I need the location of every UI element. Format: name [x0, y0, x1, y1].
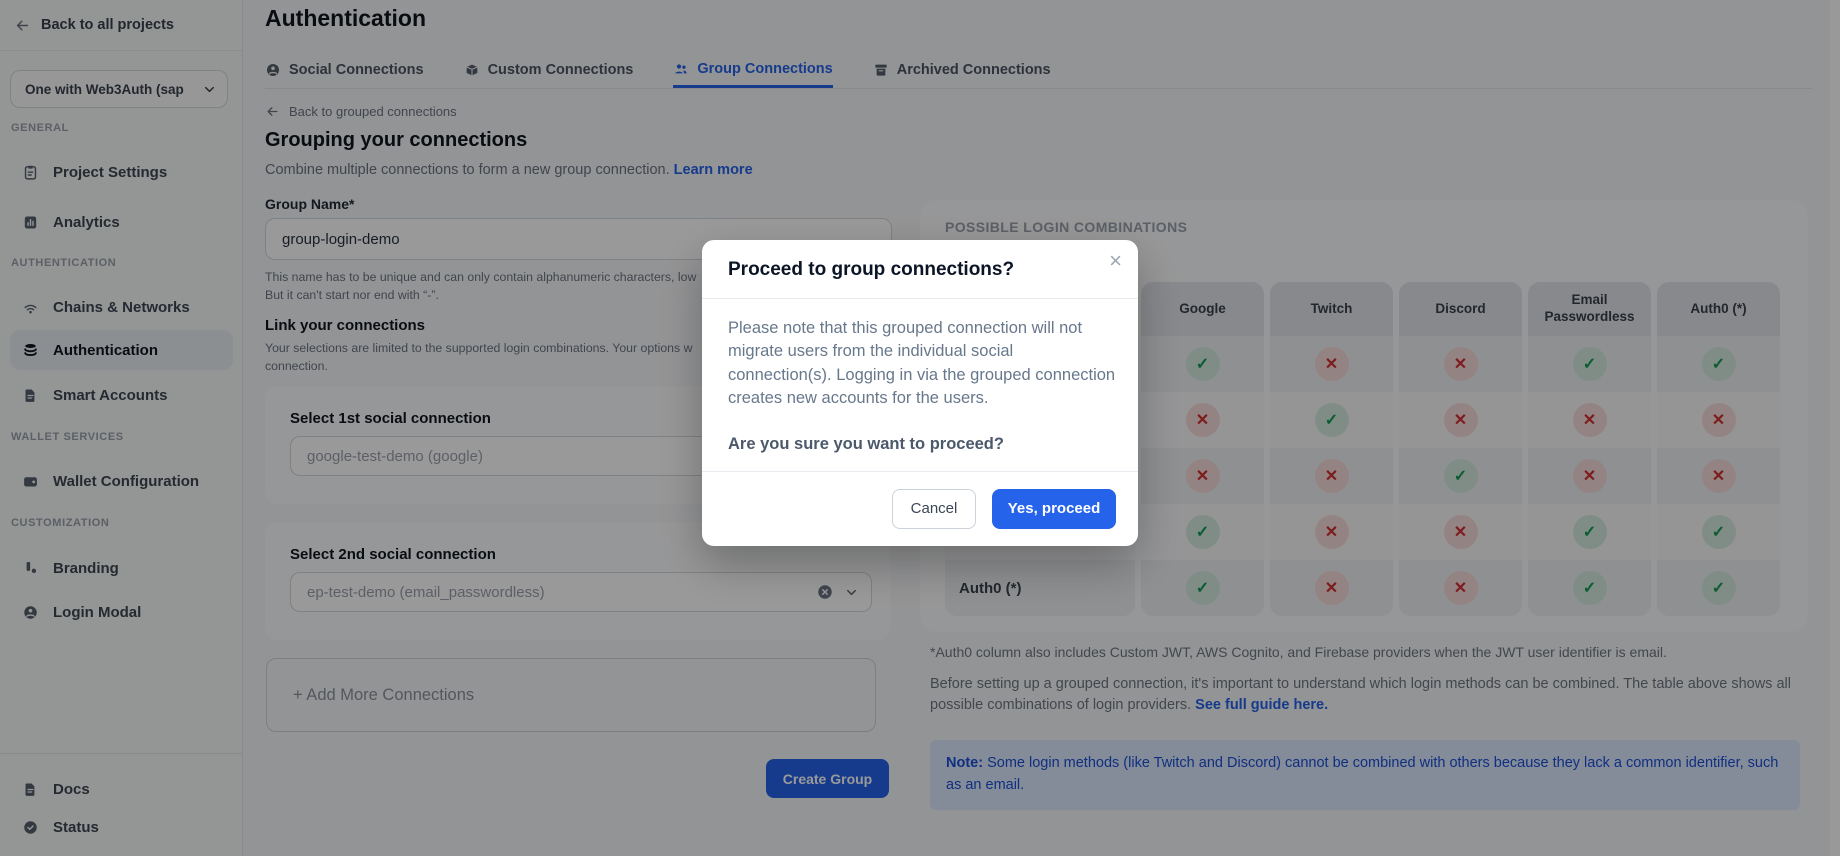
modal-body-text: Please note that this grouped connection… — [728, 317, 1118, 411]
cancel-button[interactable]: Cancel — [892, 489, 976, 529]
close-icon[interactable]: × — [1109, 250, 1122, 272]
yes-proceed-button[interactable]: Yes, proceed — [992, 489, 1116, 529]
modal-question: Are you sure you want to proceed? — [728, 435, 1004, 454]
modal-footer: Cancel Yes, proceed — [702, 471, 1138, 546]
proceed-modal: Proceed to group connections? × Please n… — [702, 240, 1138, 546]
modal-header-divider — [702, 298, 1138, 299]
modal-title: Proceed to group connections? — [728, 259, 1014, 281]
